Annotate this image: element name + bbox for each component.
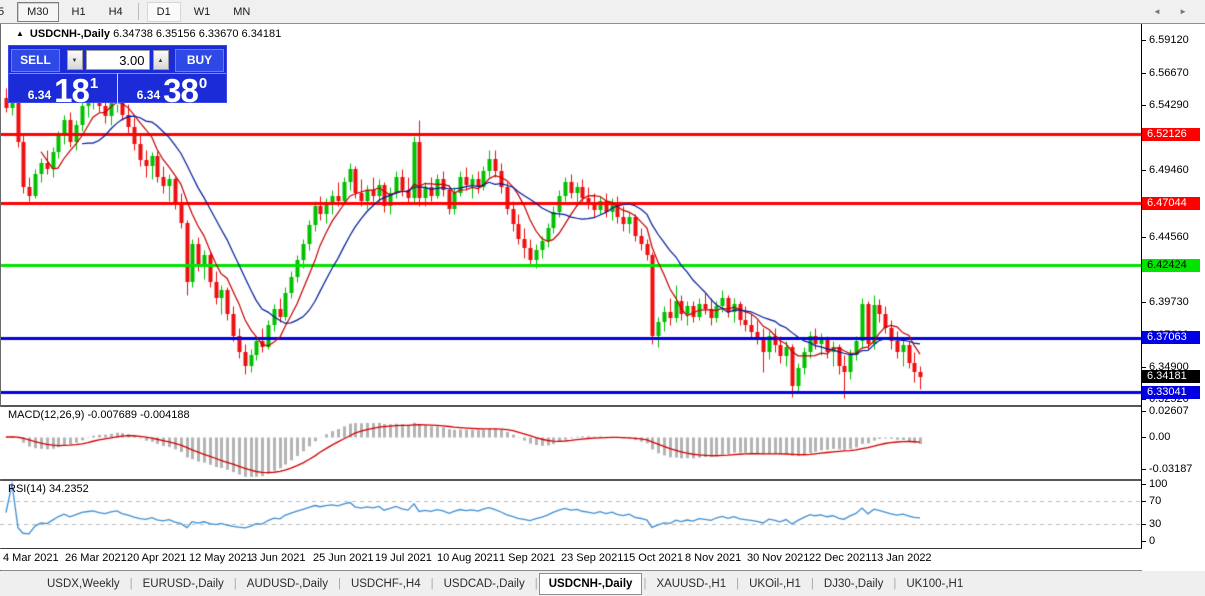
axis-tick-mark [1142, 524, 1146, 525]
chart-tab-dj30-daily[interactable]: DJ30-,Daily [815, 574, 892, 594]
sell-price-prefix: 6.34 [28, 88, 51, 102]
chart-tab-xauusd-h1[interactable]: XAUUSD-,H1 [647, 574, 735, 594]
chart-tab-eurusd-daily[interactable]: EURUSD-,Daily [134, 574, 233, 594]
timeframe-button-m30[interactable]: M30 [17, 2, 58, 22]
chart-tab-usdcnh-daily[interactable]: USDCNH-,Daily [539, 573, 643, 595]
axis-tick-mark [1142, 411, 1146, 412]
axis-tick-mark [1142, 437, 1146, 438]
toolbar-divider [138, 3, 139, 20]
buy-price-display[interactable]: 6.34 38 0 [117, 73, 226, 105]
rsi-label: RSI(14) 34.2352 [8, 483, 89, 495]
volume-increase-button[interactable]: ▲ [153, 50, 169, 70]
chart-tab-usdx-weekly[interactable]: USDX,Weekly [38, 574, 129, 594]
macd-values: -0.007689 -0.004188 [87, 409, 189, 421]
level-price-label[interactable]: 6.33041 [1142, 386, 1200, 399]
date-tick-label: 1 Sep 2021 [499, 552, 555, 564]
rsi-scale-label: 70 [1149, 495, 1161, 507]
timeframe-toolbar: 5M30H1H4 D1W1MN [0, 0, 1205, 24]
axis-tick-mark [1142, 302, 1146, 303]
timeframe-button-w1[interactable]: W1 [184, 2, 221, 22]
chart-tab-usdchf-h4[interactable]: USDCHF-,H4 [342, 574, 430, 594]
date-tick-label: 26 Mar 2021 [65, 552, 127, 564]
sell-price-display[interactable]: 6.34 18 1 [9, 73, 117, 105]
buy-price-point: 0 [199, 75, 207, 92]
macd-scale-label: 0.00 [1149, 431, 1170, 443]
rsi-value: 34.2352 [49, 483, 89, 495]
sell-button[interactable]: SELL [11, 49, 60, 72]
level-price-label[interactable]: 6.42424 [1142, 259, 1200, 272]
axis-tick-mark [1142, 105, 1146, 106]
chart-tab-uk100-h1[interactable]: UK100-,H1 [897, 574, 972, 594]
price-tick-label: 6.49460 [1149, 164, 1189, 176]
date-tick-label: 10 Aug 2021 [437, 552, 499, 564]
date-tick-label: 3 Jun 2021 [251, 552, 305, 564]
date-tick-label: 4 Mar 2021 [3, 552, 59, 564]
level-price-label[interactable]: 6.47044 [1142, 197, 1200, 210]
timeframe-button-mn[interactable]: MN [223, 2, 260, 22]
current-price-label: 6.34181 [1142, 370, 1200, 383]
timeframe-button-h4[interactable]: H4 [99, 2, 133, 22]
rsi-indicator-canvas[interactable] [0, 481, 1141, 548]
axis-tick-mark [1142, 170, 1146, 171]
price-tick-label: 6.59120 [1149, 34, 1189, 46]
timeframe-button-5[interactable]: 5 [0, 2, 14, 22]
date-tick-label: 12 May 2021 [189, 552, 253, 564]
date-tick-label: 19 Jul 2021 [375, 552, 432, 564]
timeframe-button-d1[interactable]: D1 [147, 2, 181, 22]
axis-tick-mark [1142, 40, 1146, 41]
price-tick-label: 6.44560 [1149, 231, 1189, 243]
date-tick-label: 23 Sep 2021 [561, 552, 623, 564]
macd-name: MACD(12,26,9) [8, 409, 84, 421]
chart-title: ▲ USDCNH-,Daily 6.34738 6.35156 6.33670 6… [16, 28, 281, 40]
chart-tab-usdcad-daily[interactable]: USDCAD-,Daily [435, 574, 534, 594]
rsi-scale-label: 0 [1149, 535, 1155, 547]
date-tick-label: 15 Oct 2021 [623, 552, 683, 564]
date-tick-label: 30 Nov 2021 [747, 552, 809, 564]
chart-tab-audusd-daily[interactable]: AUDUSD-,Daily [238, 574, 337, 594]
level-price-label[interactable]: 6.37063 [1142, 331, 1200, 344]
tab-scroll-arrows[interactable]: ◄ ► [1153, 7, 1195, 16]
price-tick-label: 6.56670 [1149, 67, 1189, 79]
chart-tab-ukoil-h1[interactable]: UKOil-,H1 [740, 574, 810, 594]
price-axis[interactable]: 6.591206.566706.542906.518406.494606.470… [1142, 24, 1205, 571]
symbol-period-label: USDCNH-,Daily [30, 28, 110, 40]
chart-tab-bar: USDX,Weekly|EURUSD-,Daily|AUDUSD-,Daily|… [0, 571, 1205, 596]
date-tick-label: 13 Jan 2022 [871, 552, 932, 564]
collapse-triangle-icon[interactable]: ▲ [16, 29, 24, 38]
ohlc-readout: 6.34738 6.35156 6.33670 6.34181 [113, 28, 281, 40]
volume-decrease-button[interactable]: ▼ [67, 50, 83, 70]
macd-scale-label: -0.03187 [1149, 463, 1192, 475]
level-price-label[interactable]: 6.52126 [1142, 128, 1200, 141]
volume-input[interactable] [86, 50, 150, 70]
sell-price-point: 1 [90, 75, 98, 92]
one-click-trade-panel: SELL ▼ ▲ BUY 6.34 18 1 6.34 38 0 [8, 45, 227, 103]
macd-label: MACD(12,26,9) -0.007689 -0.004188 [8, 409, 190, 421]
axis-tick-mark [1142, 484, 1146, 485]
rsi-name: RSI(14) [8, 483, 46, 495]
axis-tick-mark [1142, 501, 1146, 502]
macd-scale-label: 0.02607 [1149, 405, 1189, 417]
date-tick-label: 20 Apr 2021 [127, 552, 186, 564]
axis-tick-mark [1142, 367, 1146, 368]
axis-tick-mark [1142, 73, 1146, 74]
sell-price-pips: 18 [54, 77, 89, 105]
buy-price-pips: 38 [163, 77, 198, 105]
axis-tick-mark [1142, 541, 1146, 542]
date-tick-label: 22 Dec 2021 [809, 552, 871, 564]
price-tick-label: 6.39730 [1149, 296, 1189, 308]
price-tick-label: 6.54290 [1149, 99, 1189, 111]
timeframe-button-h1[interactable]: H1 [62, 2, 96, 22]
mt4-window: 5M30H1H4 D1W1MN ▲ USDCNH-,Daily 6.34738 6.… [0, 0, 1205, 596]
axis-tick-mark [1142, 399, 1146, 400]
buy-price-prefix: 6.34 [137, 88, 160, 102]
time-axis[interactable]: 4 Mar 2021 26 Mar 202120 Apr 202112 May 2… [0, 549, 1141, 570]
date-tick-label: 8 Nov 2021 [685, 552, 741, 564]
axis-tick-mark [1142, 469, 1146, 470]
axis-tick-mark [1142, 237, 1146, 238]
rsi-scale-label: 100 [1149, 478, 1167, 490]
date-tick-label: 25 Jun 2021 [313, 552, 374, 564]
rsi-scale-label: 30 [1149, 518, 1161, 530]
buy-button[interactable]: BUY [175, 49, 224, 72]
